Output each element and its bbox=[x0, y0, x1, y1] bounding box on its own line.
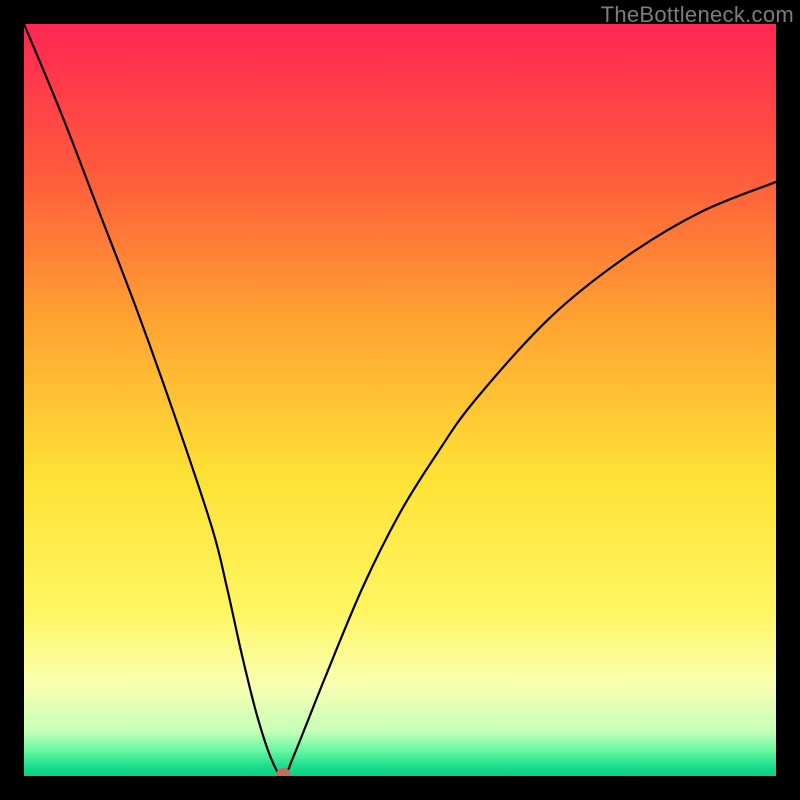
watermark-text: TheBottleneck.com bbox=[601, 2, 794, 28]
gradient-background bbox=[24, 24, 776, 776]
chart-frame bbox=[24, 24, 776, 776]
chart-svg bbox=[24, 24, 776, 776]
